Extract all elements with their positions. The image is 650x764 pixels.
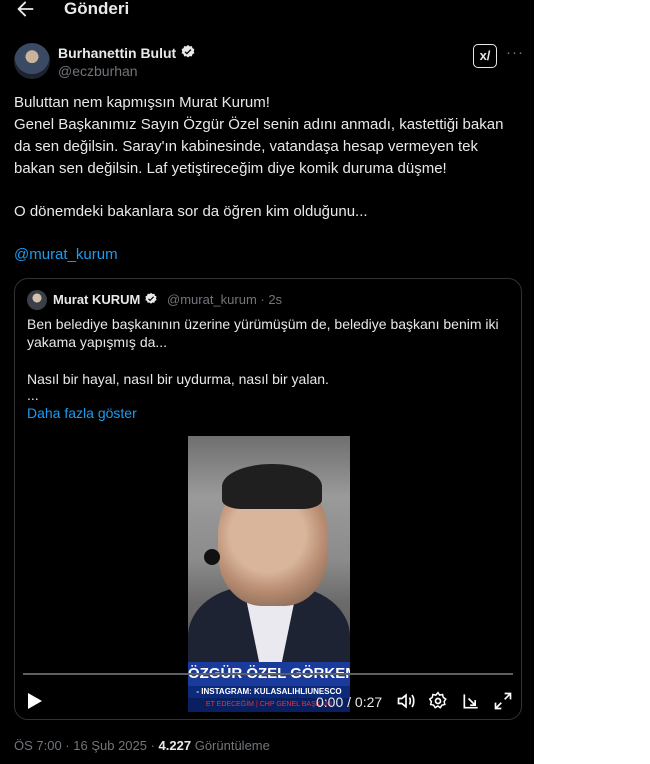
- tweet-line: O dönemdeki bakanlara sor da öğren kim o…: [14, 203, 368, 220]
- quoted-author-name[interactable]: Murat KURUM: [53, 292, 158, 309]
- view-count: 4.227: [158, 738, 192, 753]
- quoted-author-name-text[interactable]: Murat KURUM: [53, 292, 140, 307]
- quoted-avatar[interactable]: [27, 290, 47, 310]
- quoted-tweet[interactable]: Murat KURUM @murat_kurum · 2s Ben beledi…: [14, 278, 522, 720]
- tweet-line: Genel Başkanımız Sayın Özgür Özel senin …: [14, 116, 504, 133]
- page-title: Gönderi: [64, 0, 130, 18]
- header: Gönderi: [0, 0, 534, 22]
- post-meta: ÖS 7:00 · 16 Şub 2025 · 4.227 Görüntülem…: [14, 738, 270, 753]
- verified-icon: [144, 292, 158, 309]
- show-more-link[interactable]: Daha fazla göster: [27, 405, 137, 421]
- video-progress-bar[interactable]: [23, 673, 513, 675]
- volume-icon[interactable]: [396, 691, 416, 711]
- video-time: 0:00 / 0:27: [316, 694, 383, 710]
- quoted-line: ...: [27, 387, 39, 403]
- video-frame-hair: [222, 464, 322, 509]
- pip-icon[interactable]: [461, 691, 481, 711]
- author-name[interactable]: Burhanettin Bulut: [58, 44, 196, 63]
- tweet-line: Buluttan nem kapmışsın Murat Kurum!: [14, 94, 270, 111]
- play-icon[interactable]: [27, 692, 43, 715]
- post-time[interactable]: ÖS 7:00 · 16 Şub 2025 ·: [14, 738, 159, 753]
- back-arrow-icon[interactable]: [14, 0, 36, 20]
- views-label: Görüntüleme: [191, 738, 270, 753]
- quoted-line: Nasıl bir hayal, nasıl bir uydurma, nası…: [27, 371, 329, 387]
- settings-gear-icon[interactable]: [428, 691, 448, 711]
- tweet-line: bakan sen değilsin. Laf yetiştireceğim d…: [14, 160, 447, 177]
- fullscreen-icon[interactable]: [493, 691, 513, 711]
- grok-icon[interactable]: x/: [473, 44, 497, 68]
- tweet-line: da sen değilsin. Saray'ın kabinesinde, v…: [14, 138, 478, 155]
- verified-icon: [180, 44, 196, 63]
- mention-link[interactable]: @murat_kurum: [14, 246, 118, 263]
- more-options-icon[interactable]: ···: [506, 44, 524, 61]
- author-name-text[interactable]: Burhanettin Bulut: [58, 45, 176, 61]
- quoted-line: Ben belediye başkanının üzerine yürümüşü…: [27, 316, 499, 332]
- quoted-line: yakama yapışmış da...: [27, 334, 168, 350]
- microphone: [204, 549, 220, 565]
- avatar[interactable]: [14, 43, 50, 79]
- author-handle[interactable]: @eczburhan: [58, 63, 138, 79]
- post-panel: Gönderi Burhanettin Bulut @eczburhan x/ …: [0, 0, 534, 764]
- video-player[interactable]: ÖZGÜR ÖZEL GÖRKEMLİ İ - INSTAGRAM: KULAS…: [188, 436, 350, 712]
- quoted-handle[interactable]: @murat_kurum · 2s: [167, 292, 282, 307]
